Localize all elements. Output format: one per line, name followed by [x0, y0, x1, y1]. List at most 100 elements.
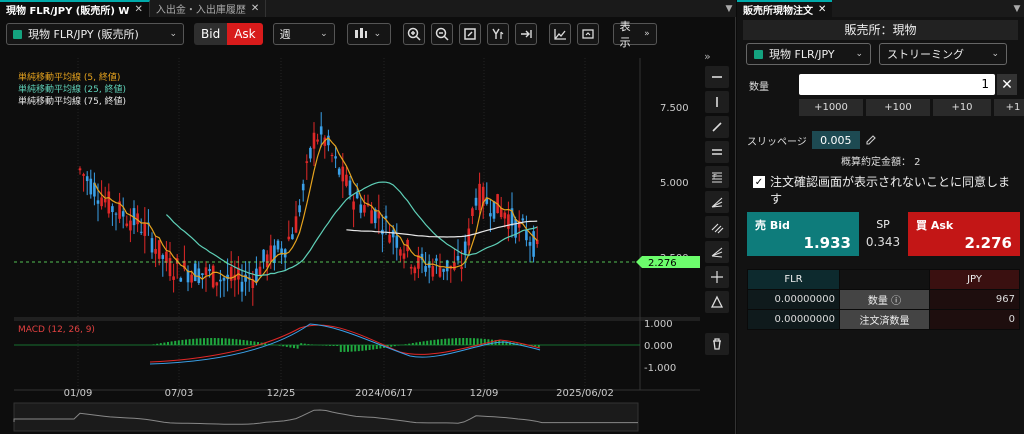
candle-body: [244, 274, 247, 282]
macd-histogram-bar: [329, 345, 331, 346]
macd-histogram-bar: [285, 345, 288, 347]
close-icon[interactable]: ✕: [818, 4, 826, 15]
candlestick-icon: [354, 28, 367, 38]
chevron-double-right-icon[interactable]: »: [704, 50, 711, 63]
macd-histogram-bar: [419, 341, 421, 345]
sell-bid-button[interactable]: 売 Bid 1.933: [747, 212, 859, 256]
candle-body: [330, 154, 334, 156]
macd-histogram-bar: [404, 344, 407, 345]
fibonacci-icon[interactable]: F: [705, 166, 729, 188]
zoom-out-icon[interactable]: [430, 23, 453, 45]
macd-histogram-bar: [465, 338, 468, 345]
add-10-button[interactable]: +10: [933, 99, 991, 116]
ma-legend-label: 単純移動平均線 (5, 終値): [18, 71, 120, 83]
order-symbol-select[interactable]: 現物 FLR/JPY ⌄: [746, 43, 871, 65]
y-axis-icon[interactable]: [486, 23, 509, 45]
add-100-button[interactable]: +100: [866, 99, 930, 116]
candle-body: [201, 273, 204, 276]
trash-icon[interactable]: [705, 333, 729, 355]
candle-body: [499, 207, 503, 218]
bid-price: 1.933: [803, 234, 851, 252]
order-tab-bar: 販売所現物注文 ✕ ▼: [737, 0, 1024, 17]
quantity-input[interactable]: 1: [799, 74, 995, 95]
macd-histogram-bar: [174, 340, 177, 345]
bid-button[interactable]: Bid: [194, 23, 228, 45]
chart-panel: 現物 FLR/JPY (販売所) W ✕ 入出金・入出庫履歴 ✕ ▼ 現物 FL…: [0, 0, 736, 434]
x-axis-label: 2024/06/17: [355, 388, 413, 399]
chevron-down-icon[interactable]: ▼: [1010, 0, 1024, 17]
display-menu[interactable]: 表示 »: [612, 20, 657, 49]
macd-histogram-bar: [303, 343, 306, 345]
macd-histogram-bar: [167, 341, 169, 345]
macd-histogram-bar: [343, 345, 346, 352]
order-mode-select[interactable]: ストリーミング ⌄: [879, 43, 1007, 65]
trend-line-icon[interactable]: [705, 116, 729, 138]
macd-histogram-bar: [221, 338, 223, 345]
chart-toolbar: 現物 FLR/JPY (販売所) ⌄ Bid Ask 週 ⌄ ⌄ 表示 »: [0, 20, 736, 49]
candle-body: [438, 267, 442, 277]
candle-body: [125, 223, 129, 226]
macd-axis-label: 1.000: [644, 319, 673, 330]
close-icon[interactable]: ✕: [134, 4, 142, 15]
add-1-button[interactable]: +1: [994, 99, 1024, 116]
candle-body: [165, 251, 168, 263]
price-chart[interactable]: 7.5005.0002.5002.276単純移動平均線 (5, 終値)単純移動平…: [0, 50, 704, 434]
jump-latest-icon[interactable]: [514, 23, 537, 45]
macd-histogram-bar: [253, 341, 256, 345]
candle-body: [453, 262, 456, 270]
macd-histogram-bar: [437, 339, 439, 345]
tab-spot-order[interactable]: 販売所現物注文 ✕: [737, 0, 833, 17]
edit-icon[interactable]: [865, 134, 877, 146]
candle-body: [442, 268, 445, 272]
candle-body: [460, 266, 463, 269]
crosshair-icon[interactable]: [705, 266, 729, 288]
macd-histogram-bar: [213, 338, 216, 345]
period-select[interactable]: 週 ⌄: [272, 23, 335, 45]
macd-histogram-bar: [185, 339, 187, 345]
macd-histogram-bar: [336, 345, 339, 346]
candle-body: [312, 132, 316, 149]
macd-label: MACD (12, 26, 9): [18, 325, 95, 335]
channel-icon[interactable]: [705, 216, 729, 238]
close-icon[interactable]: ✕: [251, 3, 259, 14]
add-1000-button[interactable]: +1000: [799, 99, 863, 116]
x-axis-label: 2025/06/02: [556, 388, 614, 399]
pitchfork-icon[interactable]: [705, 241, 729, 263]
vertical-line-icon[interactable]: [705, 91, 729, 113]
chevron-down-icon[interactable]: ▼: [722, 0, 736, 17]
tab-history[interactable]: 入出金・入出庫履歴 ✕: [150, 0, 267, 17]
zoom-in-icon[interactable]: [402, 23, 425, 45]
check-icon[interactable]: ✓: [753, 176, 765, 188]
tab-flr-chart[interactable]: 現物 FLR/JPY (販売所) W ✕: [0, 0, 150, 17]
ma-legend-label: 単純移動平均線 (25, 終値): [18, 83, 126, 95]
chart-type-select[interactable]: ⌄: [346, 23, 391, 45]
flr-ordered: 0.00000000: [747, 309, 840, 330]
macd-histogram-bar: [393, 345, 396, 347]
currency-color-icon: [754, 49, 763, 59]
ask-button[interactable]: Ask: [227, 23, 263, 45]
horizontal-line-icon[interactable]: [705, 66, 729, 88]
candle-body: [96, 200, 100, 204]
macd-histogram-bar: [242, 339, 245, 345]
slippage-value[interactable]: 0.005: [811, 131, 860, 149]
chevron-down-icon: ⌄: [855, 49, 863, 59]
macd-histogram-bar: [462, 338, 465, 345]
chevron-down-icon: ⌄: [991, 49, 999, 59]
symbol-select[interactable]: 現物 FLR/JPY (販売所) ⌄: [6, 23, 184, 45]
fib-fan-icon[interactable]: [705, 191, 729, 213]
candle-body: [291, 234, 294, 240]
macd-histogram-bar: [534, 345, 537, 347]
screenshot-icon[interactable]: [576, 23, 599, 45]
macd-histogram-bar: [350, 345, 353, 352]
add-indicator-icon[interactable]: [548, 23, 571, 45]
ma-legend-label: 単純移動平均線 (75, 終値): [18, 95, 126, 107]
macd-histogram-bar: [177, 340, 180, 345]
parallel-lines-icon[interactable]: [705, 141, 729, 163]
triangle-icon[interactable]: [705, 291, 729, 313]
confirm-checkbox-row[interactable]: ✓ 注文確認画面が表示されないことに同意します: [753, 174, 1018, 208]
candle-body: [355, 192, 359, 199]
fit-screen-icon[interactable]: [458, 23, 481, 45]
buy-ask-button[interactable]: 買 Ask 2.276: [908, 212, 1020, 256]
macd-histogram-bar: [206, 338, 209, 345]
clear-icon[interactable]: ✕: [997, 74, 1017, 95]
